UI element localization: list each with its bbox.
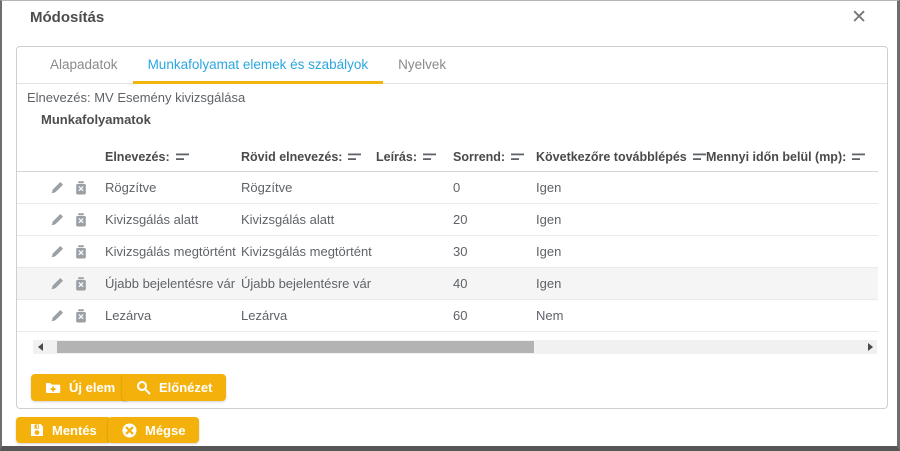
edit-pencil-icon[interactable] (51, 277, 64, 290)
col-header-kovetkezo: Következőre továbblépés (536, 150, 687, 164)
col-header-sorrend: Sorrend: (453, 150, 505, 164)
new-item-button[interactable]: Új elem (31, 374, 129, 401)
magnifier-icon (136, 380, 151, 395)
col-header-elnevezes: Elnevezés: (105, 150, 170, 164)
cell-elnevezes: Kivizsgálás megtörtént (105, 244, 241, 259)
cell-elnevezes: Lezárva (105, 308, 241, 323)
cell-kovetkezore: Igen (536, 180, 706, 195)
tab-alapadatok[interactable]: Alapadatok (35, 47, 133, 84)
cell-sorrend: 60 (453, 308, 536, 323)
cell-rovid-elnevezes: Rögzítve (241, 180, 376, 195)
tab-bar: Alapadatok Munkafolyamat elemek és szabá… (17, 47, 887, 84)
cell-sorrend: 30 (453, 244, 536, 259)
table-row[interactable]: Újabb bejelentésre vár Újabb bejelentésr… (17, 268, 878, 300)
delete-trash-icon[interactable] (75, 277, 87, 291)
table-body: Rögzítve Rögzítve 0 Igen Kivizsgálás ala… (17, 172, 878, 332)
cell-kovetkezore: Igen (536, 212, 706, 227)
dialog-title: Módosítás (30, 9, 104, 26)
save-button[interactable]: Mentés (16, 417, 111, 443)
preview-button[interactable]: Előnézet (122, 374, 226, 401)
delete-trash-icon[interactable] (75, 245, 87, 259)
scrollbar-left-arrow-icon[interactable] (33, 340, 47, 354)
cell-elnevezes: Rögzítve (105, 180, 241, 195)
cell-rovid-elnevezes: Lezárva (241, 308, 376, 323)
col-header-mennyi: Mennyi időn belül (mp): (706, 150, 846, 164)
sort-icon[interactable] (852, 152, 866, 162)
sort-icon[interactable] (176, 152, 191, 162)
cell-rovid-elnevezes: Kivizsgálás alatt (241, 212, 376, 227)
cell-rovid-elnevezes: Újabb bejelentésre vár (241, 276, 376, 291)
close-icon[interactable]: ✕ (851, 7, 867, 29)
section-title: Munkafolyamatok (41, 112, 151, 127)
edit-pencil-icon[interactable] (51, 309, 64, 322)
tab-munkafolyamat[interactable]: Munkafolyamat elemek és szabályok (133, 47, 384, 84)
cell-sorrend: 20 (453, 212, 536, 227)
save-label: Mentés (52, 423, 97, 438)
table-row[interactable]: Kivizsgálás alatt Kivizsgálás alatt 20 I… (17, 204, 878, 236)
edit-pencil-icon[interactable] (51, 245, 64, 258)
table-header-row: Elnevezés: Rövid elnevezés: Leírás: Sorr… (17, 142, 878, 172)
sort-icon[interactable] (693, 152, 706, 162)
folder-plus-icon (45, 381, 61, 394)
entity-name-label: Elnevezés: MV Esemény kivizsgálása (27, 90, 245, 105)
delete-trash-icon[interactable] (75, 181, 87, 195)
modal-dialog: Módosítás ✕ Alapadatok Munkafolyamat ele… (0, 0, 900, 451)
delete-trash-icon[interactable] (75, 309, 87, 323)
scrollbar-right-arrow-icon[interactable] (863, 340, 877, 354)
horizontal-scrollbar[interactable] (33, 340, 877, 354)
sort-icon[interactable] (348, 152, 363, 162)
delete-trash-icon[interactable] (75, 213, 87, 227)
cell-sorrend: 0 (453, 180, 536, 195)
sort-icon[interactable] (511, 152, 526, 162)
cell-kovetkezore: Nem (536, 308, 706, 323)
scrollbar-thumb[interactable] (57, 341, 534, 353)
cell-rovid-elnevezes: Kivizsgálás megtörtént (241, 244, 376, 259)
edit-pencil-icon[interactable] (51, 213, 64, 226)
table-row[interactable]: Kivizsgálás megtörtént Kivizsgálás megtö… (17, 236, 878, 268)
cell-kovetkezore: Igen (536, 276, 706, 291)
col-header-leiras: Leírás: (376, 150, 417, 164)
edit-pencil-icon[interactable] (51, 181, 64, 194)
cell-sorrend: 40 (453, 276, 536, 291)
save-icon (30, 423, 44, 437)
cell-kovetkezore: Igen (536, 244, 706, 259)
tab-nyelvek[interactable]: Nyelvek (383, 47, 461, 84)
cancel-button[interactable]: Mégse (108, 417, 199, 443)
preview-label: Előnézet (159, 380, 212, 395)
tab-panel: Alapadatok Munkafolyamat elemek és szabá… (16, 46, 888, 409)
cell-elnevezes: Újabb bejelentésre vár (105, 276, 241, 291)
table-row[interactable]: Lezárva Lezárva 60 Nem (17, 300, 878, 332)
cell-elnevezes: Kivizsgálás alatt (105, 212, 241, 227)
table-row[interactable]: Rögzítve Rögzítve 0 Igen (17, 172, 878, 204)
col-header-rovid: Rövid elnevezés: (241, 150, 342, 164)
cancel-circle-icon (122, 423, 137, 438)
cancel-label: Mégse (145, 423, 185, 438)
new-item-label: Új elem (69, 380, 115, 395)
sort-icon[interactable] (423, 152, 438, 162)
